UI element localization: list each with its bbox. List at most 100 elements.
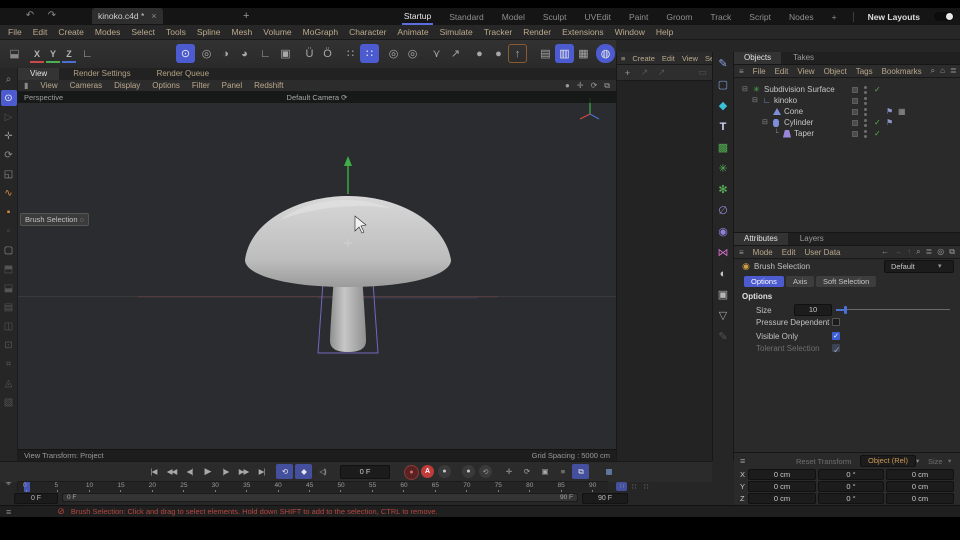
layout-tab-groom[interactable]: Groom	[664, 10, 694, 24]
polygon-selection-tag-icon[interactable]: ⚑	[886, 106, 893, 117]
camera-move-icon[interactable]: ●	[565, 81, 570, 91]
menu-tools[interactable]: Tools	[166, 27, 186, 37]
tab-view[interactable]: View	[18, 68, 60, 80]
attr-menu-userdata[interactable]: User Data	[804, 248, 840, 257]
mid-menu-create[interactable]: Create	[632, 54, 655, 63]
loop-icon[interactable]: ⟲	[276, 464, 293, 479]
live-selection-icon[interactable]: ⊙	[176, 44, 195, 63]
close-icon[interactable]: ×	[151, 11, 156, 21]
solo-off-icon[interactable]: ◎	[197, 44, 216, 63]
next-key-button[interactable]: ▶▶	[235, 464, 252, 479]
layout-tab-model[interactable]: Model	[500, 10, 527, 24]
ring-a-icon[interactable]: ◎	[384, 44, 403, 63]
workplane-mode-icon[interactable]: ⌗	[1, 356, 17, 372]
trash-icon[interactable]: ▭	[696, 67, 709, 78]
new-document-button[interactable]: +	[243, 9, 249, 24]
size-input[interactable]: 10	[794, 304, 832, 316]
timeline-window-icon[interactable]: ⧉	[572, 464, 589, 479]
deformer-icon[interactable]: ✻	[715, 182, 732, 197]
section-tab-axis[interactable]: Axis	[786, 276, 815, 287]
visibility-dots[interactable]	[864, 108, 867, 116]
panel-menu-icon[interactable]: ≡	[621, 54, 625, 63]
history-back-icon[interactable]: ←	[881, 247, 889, 257]
mid-menu-edit[interactable]: Edit	[662, 54, 675, 63]
menu-animate[interactable]: Animate	[397, 27, 428, 37]
menu-character[interactable]: Character	[349, 27, 386, 37]
menu-create[interactable]: Create	[58, 27, 84, 37]
size-slider-handle[interactable]	[844, 305, 847, 314]
point-mode-icon[interactable]: ∿	[1, 185, 17, 201]
menu-extensions[interactable]: Extensions	[562, 27, 604, 37]
menu-tracker[interactable]: Tracker	[484, 27, 513, 37]
tree-row-cone[interactable]: Cone ⚑ ▦	[734, 106, 960, 117]
visibility-dots[interactable]	[864, 130, 867, 138]
menu-window[interactable]: Window	[615, 27, 645, 37]
pressure-dependent-checkbox[interactable]	[832, 318, 840, 326]
attr-export-icon[interactable]: ⧉	[949, 247, 955, 257]
om-menu-icon[interactable]: ≡	[739, 67, 744, 76]
keyframe-selection-button[interactable]: ●	[438, 465, 451, 478]
uv-mode-icon[interactable]: ⊡	[1, 337, 17, 353]
ring-b-icon[interactable]: ◎	[403, 44, 422, 63]
object-mode-icon[interactable]: ⬓	[1, 280, 17, 296]
rot-x-field[interactable]: 0 °	[818, 469, 884, 480]
tab-layers[interactable]: Layers	[790, 233, 834, 245]
tab-attributes[interactable]: Attributes	[734, 233, 788, 245]
range-slider[interactable]: 0 F 90 F	[62, 493, 578, 502]
pos-x-field[interactable]: 0 cm	[748, 469, 816, 480]
current-frame-field[interactable]: 0 F	[340, 465, 390, 479]
solo-single-icon[interactable]: ◑	[216, 44, 235, 63]
om-menu-object[interactable]: Object	[824, 67, 847, 76]
record-param-toggle[interactable]: ⟳	[518, 464, 535, 479]
menu-help[interactable]: Help	[656, 27, 673, 37]
record-scale-toggle[interactable]: ✛	[500, 464, 517, 479]
record-pla-toggle[interactable]: ▣	[536, 464, 553, 479]
options-section-header[interactable]: Options	[742, 292, 772, 301]
camera-reset-icon[interactable]: ⟳	[341, 93, 347, 102]
workplane-icon[interactable]: ▣	[276, 44, 295, 63]
camera-pan-icon[interactable]: ✛	[577, 81, 584, 91]
menu-simulate[interactable]: Simulate	[440, 27, 473, 37]
render-view-icon[interactable]: ▤	[536, 44, 555, 63]
add-icon[interactable]: +	[621, 67, 634, 78]
keyframe-presets-icon[interactable]: ≡	[554, 464, 571, 479]
model-mode-icon[interactable]: ▢	[1, 242, 17, 258]
om-menu-tags[interactable]: Tags	[856, 67, 873, 76]
range-start-field[interactable]: 0 F	[14, 493, 58, 504]
range-slider-inner[interactable]: 0 F 90 F	[63, 494, 577, 501]
quantize-icon[interactable]: Ö	[318, 44, 337, 63]
viewport-magnify-icon[interactable]: ⌕	[1, 71, 17, 87]
menu-modes[interactable]: Modes	[95, 27, 121, 37]
layout-tab-startup[interactable]: Startup	[401, 9, 434, 25]
generator-icon[interactable]: ✳	[715, 161, 732, 176]
menu-mograph[interactable]: MoGraph	[303, 27, 338, 37]
mograph-icon[interactable]: ◉	[715, 224, 732, 239]
pos-z-field[interactable]: 0 cm	[748, 493, 816, 504]
om-search-icon[interactable]: ⌕	[931, 66, 935, 76]
om-menu-bookmarks[interactable]: Bookmarks	[882, 67, 922, 76]
tab-objects[interactable]: Objects	[734, 52, 782, 64]
material-pen-icon[interactable]: ✎	[715, 329, 732, 344]
record-position-toggle[interactable]: ●	[462, 465, 475, 478]
scale-y-field[interactable]: 0 cm	[886, 481, 954, 492]
interactive-render-icon[interactable]: ◍	[596, 44, 615, 63]
coordinate-mode-dropdown[interactable]: Object (Rel)	[860, 455, 916, 467]
autokey-button[interactable]: A	[421, 465, 434, 478]
animation-mode-icon[interactable]: ▤	[1, 299, 17, 315]
visibility-dots[interactable]	[864, 97, 867, 105]
camera-rotate-icon[interactable]: ⟳	[591, 81, 598, 91]
layer-chip[interactable]	[852, 86, 858, 93]
om-home-icon[interactable]: ⌂	[940, 66, 945, 76]
range-end-field[interactable]: 90 F	[582, 493, 628, 504]
goto-end-button[interactable]: ▶|	[253, 464, 270, 479]
enabled-check-icon[interactable]: ✓	[874, 117, 881, 128]
layer-chip[interactable]	[852, 119, 858, 126]
axis-mode-icon[interactable]: ∟	[256, 44, 275, 63]
coord-menu-icon[interactable]: ≡	[740, 456, 745, 466]
modeling-axis-icon[interactable]: ↑	[508, 44, 527, 63]
uvw-tag-icon[interactable]: ▦	[898, 106, 906, 117]
previous-frame-button[interactable]: ◀|	[181, 464, 198, 479]
camera-label[interactable]: Default Camera ⟳	[18, 92, 616, 103]
viewport-canvas[interactable]: Perspective Default Camera ⟳ Brush Selec…	[18, 92, 616, 449]
spline-primitive-icon[interactable]: ▢	[715, 77, 732, 92]
